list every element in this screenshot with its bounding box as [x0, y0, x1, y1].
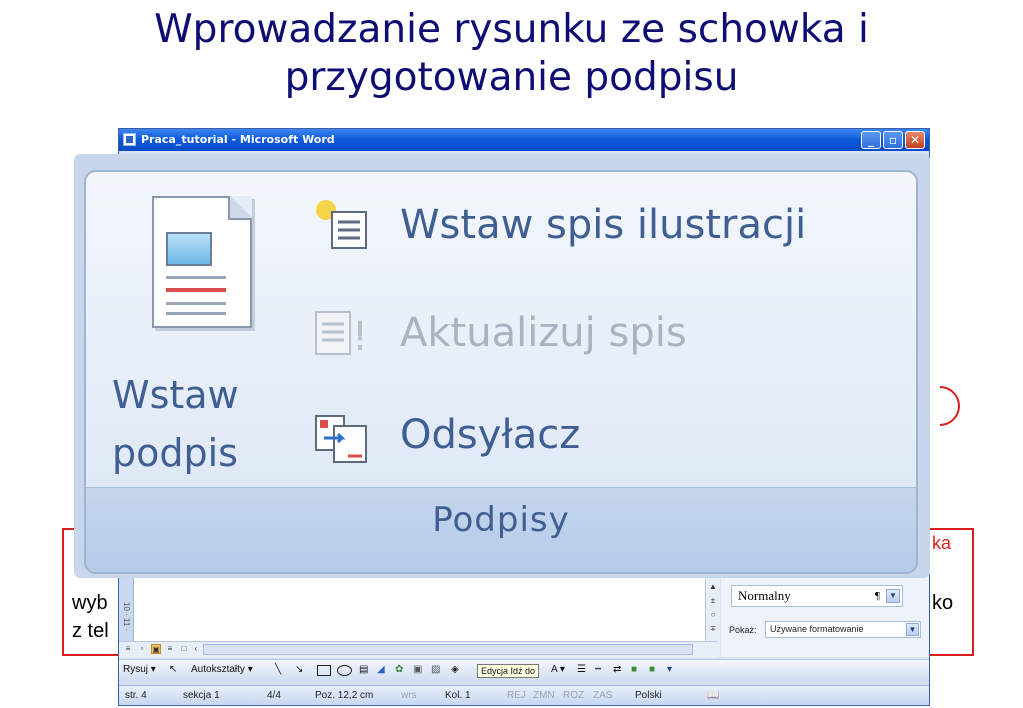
cross-reference-button[interactable]: Odsyłacz	[400, 412, 580, 458]
insert-table-of-figures-button[interactable]: Wstaw spis ilustracji	[400, 202, 806, 248]
web-view-icon[interactable]: ▫	[137, 644, 147, 654]
picture-icon	[166, 232, 212, 266]
ribbon-group-footer: Podpisy	[86, 487, 916, 572]
line-tool-icon[interactable]: ╲	[275, 664, 281, 675]
shadow-style-icon[interactable]: ■	[631, 664, 637, 675]
dash-style-icon[interactable]: ┅	[595, 664, 601, 675]
line-style-icon[interactable]: ☰	[577, 664, 586, 675]
svg-text:!: !	[352, 314, 368, 358]
arrow-tool-icon[interactable]: ↘	[295, 664, 303, 675]
autoshapes-menu-button[interactable]: Autokształty ▾	[191, 664, 253, 675]
status-bar: str. 4 sekcja 1 4/4 Poz. 12,2 cm wrs Kol…	[119, 685, 929, 705]
status-ovr[interactable]: ZAS	[593, 690, 612, 701]
status-page: str. 4	[125, 690, 147, 701]
insert-caption-button[interactable]: Wstaw podpis	[112, 366, 239, 482]
doc-text-line	[166, 302, 226, 305]
horizontal-scroll-track[interactable]	[203, 644, 693, 655]
outline-view-icon[interactable]: ≡	[165, 644, 175, 654]
close-button[interactable]: ✕	[905, 131, 925, 149]
status-section: sekcja 1	[183, 690, 220, 701]
maximize-button[interactable]: ▫	[883, 131, 903, 149]
status-column: Kol. 1	[445, 690, 471, 701]
insert-caption-label-line1: Wstaw	[112, 373, 239, 417]
rectangle-tool-icon[interactable]	[317, 665, 331, 676]
draw-menu-button[interactable]: Rysuj ▾	[123, 664, 156, 675]
diagram-tool-icon[interactable]: ✿	[395, 664, 403, 675]
slide-title-line2: przygotowanie podpisu	[284, 55, 739, 100]
oval-tool-icon[interactable]	[337, 665, 352, 676]
slide-text-right-1: ko	[932, 592, 954, 614]
status-line: wrs	[401, 690, 417, 701]
cross-reference-icon	[315, 415, 367, 463]
slide-title: Wprowadzanie rysunku ze schowka i przygo…	[0, 6, 1023, 102]
status-position: Poz. 12,2 cm	[315, 690, 374, 701]
3d-style-icon[interactable]: ■	[649, 664, 655, 675]
toolbar-options-icon[interactable]: ▾	[667, 664, 672, 675]
next-page-icon[interactable]: ∓	[706, 624, 720, 633]
prev-page-icon[interactable]: ±	[706, 596, 720, 605]
textbox-tool-icon[interactable]: ▤	[359, 664, 368, 675]
clipart-tool-icon[interactable]: ▣	[413, 664, 422, 675]
style-select[interactable]: Normalny ¶ ▼	[731, 585, 903, 607]
scroll-up-icon[interactable]: ▲	[706, 582, 720, 591]
window-titlebar[interactable]: Praca_tutorial - Microsoft Word _ ▫ ✕	[119, 129, 929, 151]
style-select-value: Normalny	[738, 588, 791, 603]
show-formatting-select[interactable]: Używane formatowanie ▼	[765, 621, 921, 638]
spelling-status-icon[interactable]: 📖	[707, 690, 719, 701]
print-view-icon[interactable]: ▣	[151, 644, 161, 654]
slide-title-line1: Wprowadzanie rysunku ze schowka i	[154, 7, 869, 52]
status-rec[interactable]: REJ	[507, 690, 526, 701]
chevron-down-icon[interactable]: ▼	[886, 589, 900, 603]
pilcrow-icon: ¶	[875, 590, 880, 602]
ribbon-group-captions: Wstaw podpis Wstaw spis ilustracji ! Akt…	[84, 170, 918, 574]
styles-task-pane: Normalny ¶ ▼ Pokaż: Używane formatowanie…	[721, 577, 929, 657]
caption-line	[166, 288, 226, 292]
status-language: Polski	[635, 690, 662, 701]
update-table-button[interactable]: Aktualizuj spis	[400, 310, 687, 356]
picture-tool-icon[interactable]: ▨	[431, 664, 440, 675]
scroll-left-icon[interactable]: ‹	[191, 644, 201, 654]
show-formatting-value: Używane formatowanie	[770, 624, 864, 634]
show-label: Pokaż:	[729, 625, 757, 635]
draw-menu-label: Rysuj	[123, 664, 149, 675]
insert-caption-label-line2: podpis	[112, 431, 238, 475]
fill-color-icon[interactable]: ◈	[451, 664, 459, 675]
table-of-figures-icon	[316, 200, 367, 249]
doc-text-line	[166, 276, 226, 279]
font-color-icon[interactable]: A ▾	[551, 664, 565, 675]
slide-text-right-top: ka	[932, 533, 952, 553]
drawing-toolbar: Rysuj ▾ ↖ Autokształty ▾ ╲ ↘ ▤ ◢ ✿ ▣ ▨ ◈…	[119, 659, 929, 682]
browse-object-icon[interactable]: ○	[706, 610, 720, 619]
doc-text-line	[166, 312, 226, 315]
minimize-button[interactable]: _	[861, 131, 881, 149]
window-title: Praca_tutorial - Microsoft Word	[141, 133, 335, 146]
status-pages: 4/4	[267, 690, 281, 701]
wordart-tool-icon[interactable]: ◢	[377, 664, 385, 675]
update-table-icon: !	[315, 311, 368, 358]
word-app-icon	[123, 133, 136, 146]
arrow-style-icon[interactable]: ⇄	[613, 664, 621, 675]
slide-text-left-1: wyb	[72, 592, 108, 614]
autoshapes-menu-label: Autokształty	[191, 664, 245, 675]
group-label-captions: Podpisy	[432, 500, 570, 540]
tooltip: Edycja Idź do	[477, 664, 540, 678]
chevron-down-icon[interactable]: ▼	[906, 623, 919, 636]
slide-text-left-2: z tel	[72, 620, 109, 642]
insert-caption-icon	[152, 196, 252, 328]
select-objects-icon[interactable]: ↖	[169, 664, 177, 675]
reading-view-icon[interactable]: □	[179, 644, 189, 654]
horizontal-scrollbar-bar: ≡ ▫ ▣ ≡ □ ‹	[119, 641, 717, 658]
status-ext[interactable]: ROZ	[563, 690, 584, 701]
normal-view-icon[interactable]: ≡	[123, 644, 133, 654]
status-trk[interactable]: ZMN	[533, 690, 555, 701]
ribbon-zoom-overlay: Wstaw podpis Wstaw spis ilustracji ! Akt…	[74, 154, 930, 578]
